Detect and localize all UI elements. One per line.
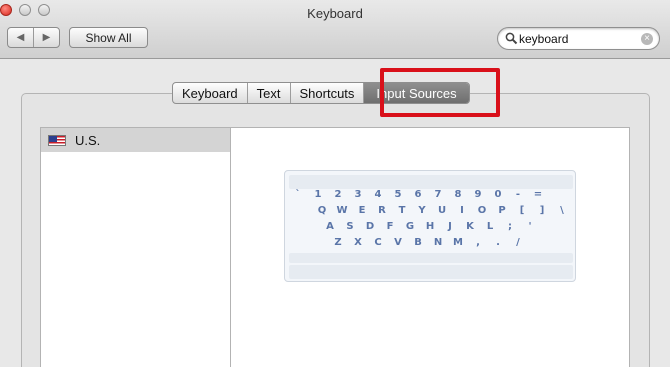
keyboard-row: Z X C V B N M,. / [285, 236, 577, 250]
keyboard-key: ] [539, 205, 545, 216]
keyboard-key: 7 [434, 189, 442, 200]
keyboard-layout-preview: ` 1 2 3 4 5 6 7 8 9 0- = Q W E R T Y U I O P[] \ A S D F G H J K L; ' … [284, 170, 576, 282]
keyboard-key: ` [295, 189, 301, 200]
system-preferences-window: Keyboard ◀ ▶ Show All keyboard × Keyboar… [0, 0, 670, 367]
input-source-label: U.S. [75, 132, 101, 148]
keyboard-key: F [386, 221, 394, 232]
keyboard-key: \ [560, 205, 564, 216]
keyboard-key: 0 [494, 189, 502, 200]
keyboard-key: [ [519, 205, 525, 216]
keyboard-key: / [516, 237, 520, 248]
keyboard-key: ; [508, 221, 512, 232]
back-forward-control: ◀ ▶ [7, 27, 60, 48]
search-icon [505, 32, 518, 45]
keyboard-key: 5 [394, 189, 402, 200]
keyboard-key: D [365, 221, 375, 232]
keyboard-key: S [346, 221, 354, 232]
keyboard-row: ` 1 2 3 4 5 6 7 8 9 0 - = [285, 188, 577, 202]
keyboard-key: 8 [454, 189, 462, 200]
tab-shortcuts[interactable]: Shortcuts [289, 83, 364, 103]
tab-keyboard[interactable]: Keyboard [173, 83, 247, 103]
search-field[interactable]: keyboard × [497, 27, 660, 50]
keyboard-key: O [477, 205, 487, 216]
keyboard-key: R [378, 205, 386, 216]
keyboard-key: J [448, 221, 452, 232]
keyboard-key: E [358, 205, 366, 216]
keyboard-key: U [437, 205, 447, 216]
back-button[interactable]: ◀ [8, 28, 33, 47]
tab-text[interactable]: Text [246, 83, 290, 103]
keyboard-key: I [460, 205, 464, 216]
keyboard-key: Z [334, 237, 342, 248]
search-input-value[interactable]: keyboard [519, 32, 568, 46]
list-item-us[interactable]: U.S. [41, 128, 230, 152]
keyboard-key: ' [528, 221, 532, 232]
window-title: Keyboard [307, 6, 363, 21]
tab-input-sources[interactable]: Input Sources [363, 83, 469, 103]
keyboard-key: , [476, 237, 480, 248]
keyboard-key: W [336, 205, 348, 216]
input-sources-list: U.S. [40, 127, 231, 367]
keyboard-key: 6 [414, 189, 422, 200]
window-toolbar: Keyboard ◀ ▶ Show All keyboard × [0, 0, 670, 59]
keyboard-key: H [425, 221, 435, 232]
keyboard-key: G [405, 221, 415, 232]
keyboard-key: - [515, 189, 521, 200]
clear-search-icon[interactable]: × [641, 33, 653, 45]
keyboard-key: N [433, 237, 443, 248]
keyboard-key: Q [317, 205, 327, 216]
keyboard-row: Q W E R T Y U I O P [] \ [285, 204, 577, 218]
keyboard-key: 4 [374, 189, 382, 200]
keyboard-key: M [453, 237, 463, 248]
keyboard-key: = [533, 189, 543, 200]
keyboard-key: Y [418, 205, 426, 216]
keyboard-key: V [394, 237, 402, 248]
keyboard-key: 2 [334, 189, 342, 200]
keyboard-key: X [354, 237, 362, 248]
keyboard-key: 3 [354, 189, 362, 200]
keyboard-key: A [326, 221, 334, 232]
preference-tabs: Keyboard Text Shortcuts Input Sources [172, 82, 470, 104]
keyboard-row: A S D F G H J K L; ' [285, 220, 577, 234]
us-flag-icon [48, 134, 66, 146]
keyboard-key: C [374, 237, 382, 248]
keyboard-key: 9 [474, 189, 482, 200]
keyboard-key: T [398, 205, 406, 216]
keyboard-key: B [414, 237, 422, 248]
keyboard-key: K [466, 221, 474, 232]
forward-button[interactable]: ▶ [33, 28, 59, 47]
keyboard-key: 1 [314, 189, 322, 200]
keyboard-key: L [486, 221, 494, 232]
keyboard-key: . [496, 237, 500, 248]
show-all-button[interactable]: Show All [69, 27, 148, 48]
keyboard-key: P [498, 205, 506, 216]
